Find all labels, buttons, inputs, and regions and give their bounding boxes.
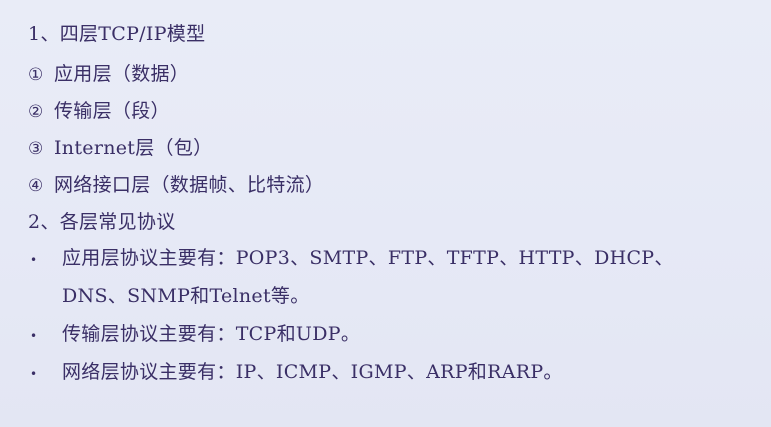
bullet-application-protocols: 应用层协议主要有：POP3、SMTP、FTP、TFTP、HTTP、DHCP、 [62,247,674,269]
circled-number-1: ① [28,65,44,85]
circled-number-4: ④ [28,176,44,196]
list-item-application-layer: ① 应用层（数据） [28,62,189,87]
bullet-dot: • [30,367,38,381]
list-item-label: Internet层（包） [54,137,213,159]
list-item-transport-layer: ② 传输层（段） [28,99,170,124]
list-item-label: 网络接口层（数据帧、比特流） [54,174,325,196]
heading-common-protocols: 2、各层常见协议 [28,211,176,233]
circled-number-2: ② [28,102,44,122]
bullet-network-protocols: 网络层协议主要有：IP、ICMP、IGMP、ARP和RARP。 [62,361,563,383]
bullet-transport-protocols: 传输层协议主要有：TCP和UDP。 [62,323,361,345]
circled-number-3: ③ [28,139,44,159]
heading-tcpip-model: 1、四层TCP/IP模型 [28,23,206,45]
list-item-internet-layer: ③ Internet层（包） [28,136,212,161]
slide: 1、四层TCP/IP模型 ① 应用层（数据） ② 传输层（段） ③ Internet层… [0,0,771,427]
bullet-dot: • [30,329,38,343]
list-item-label: 应用层（数据） [54,63,190,85]
bullet-dot: • [30,253,38,267]
list-item-label: 传输层（段） [54,100,170,122]
list-item-network-interface-layer: ④ 网络接口层（数据帧、比特流） [28,173,324,198]
bullet-application-protocols-continued: DNS、SNMP和Telnet等。 [62,285,310,307]
